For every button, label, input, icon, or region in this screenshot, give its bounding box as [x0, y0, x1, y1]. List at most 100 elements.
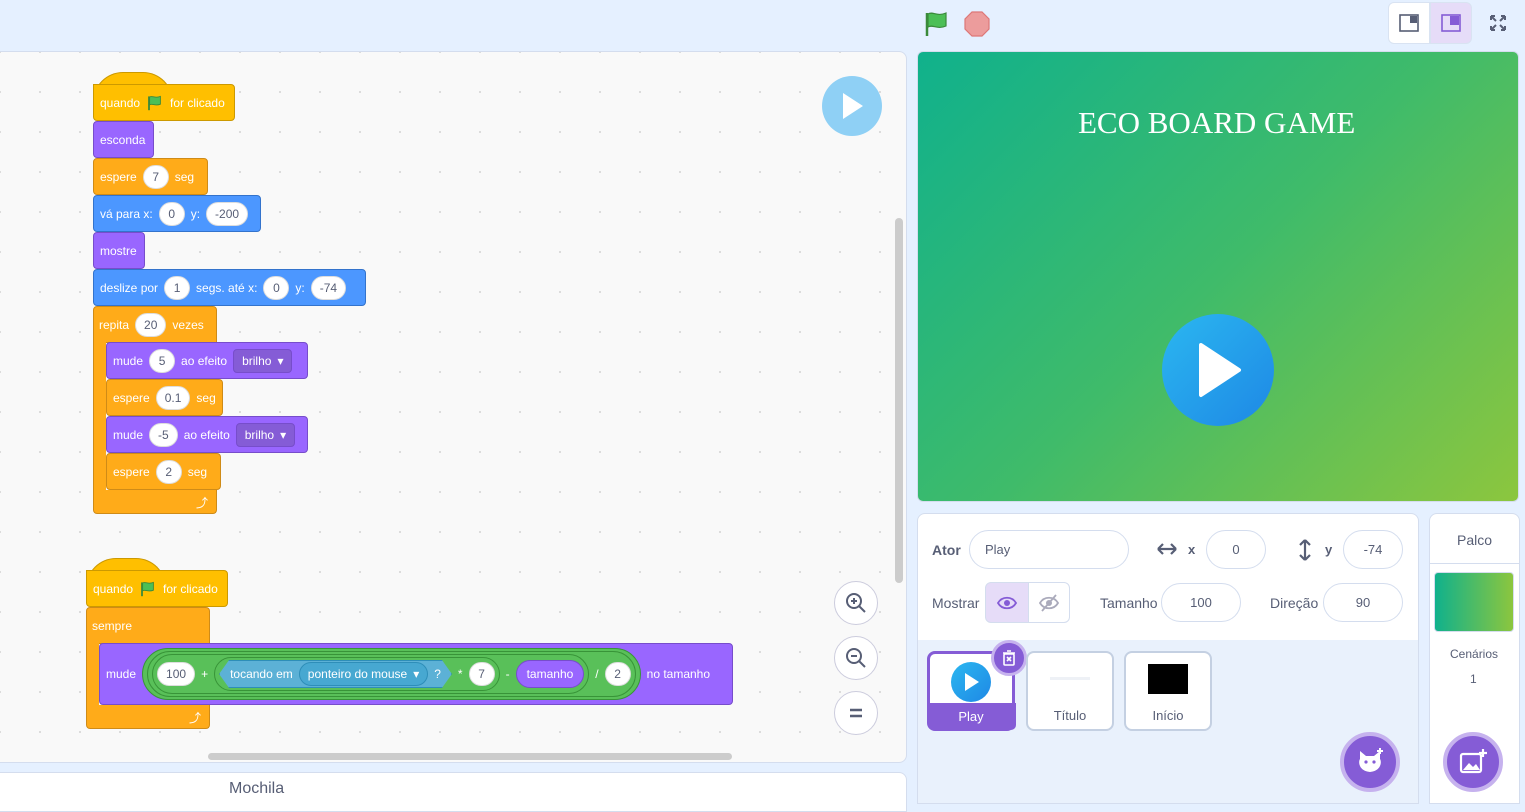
touching-dropdown[interactable]: ponteiro do mouse ▾: [299, 662, 428, 686]
number-input[interactable]: 7: [468, 662, 495, 686]
backpack-panel[interactable]: [0, 772, 907, 812]
show-hidden-button[interactable]: [1028, 582, 1070, 623]
fullscreen-button[interactable]: [1477, 2, 1519, 44]
number-input[interactable]: 2: [155, 459, 182, 484]
block-text: seg: [174, 169, 195, 184]
number-input[interactable]: 0.1: [155, 385, 191, 410]
block-text: quando: [93, 581, 134, 596]
touching-block[interactable]: tocando em ponteiro do mouse ▾ ?: [219, 660, 452, 688]
goto-xy-block[interactable]: vá para x: 0 y: -200: [93, 195, 261, 232]
block-text: sempre: [92, 618, 133, 633]
block-text: ao efeito: [181, 353, 228, 368]
number-input[interactable]: 100: [157, 662, 196, 686]
sprite-name: Play: [958, 709, 984, 724]
stage-thumbnail[interactable]: [1434, 572, 1514, 632]
divide-operator[interactable]: 100 + tocando em ponteiro do mouse ▾ ? * …: [142, 648, 641, 700]
delete-sprite-button[interactable]: [991, 640, 1027, 676]
zoom-reset-button[interactable]: [834, 691, 878, 735]
block-text: espere: [113, 390, 150, 405]
block-text: tamanho: [526, 667, 574, 681]
glide-block[interactable]: deslize por 1 segs. até x: 0 y: -74: [93, 269, 366, 306]
times-input[interactable]: 20: [135, 312, 167, 337]
direction-input[interactable]: 90: [1323, 583, 1403, 622]
wait-block[interactable]: espere 2 seg: [106, 453, 221, 490]
when-flag-clicked-block[interactable]: quando for clicado: [93, 84, 235, 121]
sprite-tile-start[interactable]: Início: [1124, 651, 1212, 731]
block-text: y:: [190, 206, 201, 221]
block-text: for clicado: [170, 95, 225, 110]
number-input[interactable]: 2: [604, 662, 631, 686]
when-flag-clicked-block[interactable]: quando for clicado: [86, 570, 228, 607]
dropdown-arrow-icon: ▾: [277, 353, 284, 368]
x-input[interactable]: 0: [263, 275, 290, 300]
y-input[interactable]: -74: [310, 275, 347, 300]
change-size-block[interactable]: mude 100 + tocando em ponteiro do mouse ▾…: [99, 643, 733, 705]
block-text: seg: [187, 464, 208, 479]
wait-block[interactable]: espere 0.1 seg: [106, 379, 223, 416]
normal-stage-button[interactable]: [1430, 2, 1472, 44]
fullscreen-icon: [1490, 15, 1506, 31]
show-block[interactable]: mostre: [93, 232, 145, 269]
x-input[interactable]: 0: [1206, 530, 1266, 569]
operator-text: +: [201, 667, 209, 681]
x-arrows-icon: [1156, 540, 1178, 563]
block-text: mude: [113, 353, 144, 368]
show-label: Mostrar: [932, 595, 980, 611]
direction-label: Direção: [1270, 595, 1319, 611]
add-sprite-button[interactable]: [1340, 732, 1400, 792]
size-input[interactable]: 100: [1161, 583, 1241, 622]
x-label: x: [1188, 542, 1196, 557]
effect-dropdown[interactable]: brilho ▾: [233, 348, 293, 373]
y-input[interactable]: -74: [1343, 530, 1403, 569]
block-text: vá para x:: [100, 206, 153, 221]
loop-arrow-icon: ⤴: [188, 711, 201, 725]
stop-icon[interactable]: [962, 9, 992, 39]
block-text: esconda: [100, 132, 146, 147]
vertical-scrollbar[interactable]: [895, 218, 903, 583]
sprite-tile-title[interactable]: Título: [1026, 651, 1114, 731]
block-text: tocando em: [230, 667, 293, 681]
minus-operator[interactable]: 100 + tocando em ponteiro do mouse ▾ ? * …: [147, 651, 636, 697]
wait-block[interactable]: espere 7 seg: [93, 158, 208, 195]
size-label: Tamanho: [1100, 595, 1158, 611]
block-text: quando: [100, 95, 141, 110]
block-text: segs. até x:: [196, 280, 258, 295]
number-input[interactable]: 7: [142, 164, 169, 189]
size-reporter[interactable]: tamanho: [515, 660, 585, 688]
block-text: seg: [196, 390, 216, 405]
secs-input[interactable]: 1: [164, 275, 191, 300]
green-flag-icon: [148, 95, 161, 110]
multiply-operator[interactable]: tocando em ponteiro do mouse ▾ ? * 7: [214, 657, 500, 691]
y-input[interactable]: -200: [206, 201, 249, 226]
horizontal-scrollbar[interactable]: [208, 753, 732, 760]
repeat-arm: [93, 342, 106, 492]
show-visible-button[interactable]: [985, 582, 1029, 623]
sprite-name: Título: [1053, 708, 1087, 723]
cat-add-icon: [1359, 748, 1383, 772]
zoom-out-button[interactable]: [834, 636, 878, 680]
backdrops-count: 1: [1470, 672, 1477, 686]
loop-arrow-icon: ⤴: [195, 496, 208, 510]
effect-dropdown[interactable]: brilho ▾: [235, 422, 296, 447]
green-flag-icon[interactable]: [922, 9, 952, 39]
x-input[interactable]: 0: [158, 201, 185, 226]
add-backdrop-button[interactable]: [1443, 732, 1503, 792]
block-text: repita: [99, 317, 130, 332]
number-input[interactable]: 5: [149, 348, 176, 373]
change-effect-block[interactable]: mude -5 ao efeito brilho ▾: [106, 416, 308, 453]
plus-operator[interactable]: 100 + tocando em ponteiro do mouse ▾ ? * …: [152, 654, 590, 694]
play-sprite-icon[interactable]: [1162, 314, 1274, 426]
operator-text: /: [595, 667, 599, 681]
forever-header: sempre: [86, 607, 138, 644]
change-effect-block[interactable]: mude 5 ao efeito brilho ▾: [106, 342, 308, 379]
block-text: vezes: [172, 317, 204, 332]
zoom-in-button[interactable]: [834, 581, 878, 625]
sprite-name-input[interactable]: Play: [969, 530, 1129, 569]
hide-block[interactable]: esconda: [93, 121, 154, 158]
trash-icon: [1003, 650, 1015, 666]
forever-arm: [86, 643, 99, 707]
sprite-preview-play-icon: [822, 76, 882, 136]
number-input[interactable]: -5: [149, 422, 178, 447]
small-stage-button[interactable]: [1388, 2, 1430, 44]
backpack-label[interactable]: Mochila: [229, 780, 284, 798]
